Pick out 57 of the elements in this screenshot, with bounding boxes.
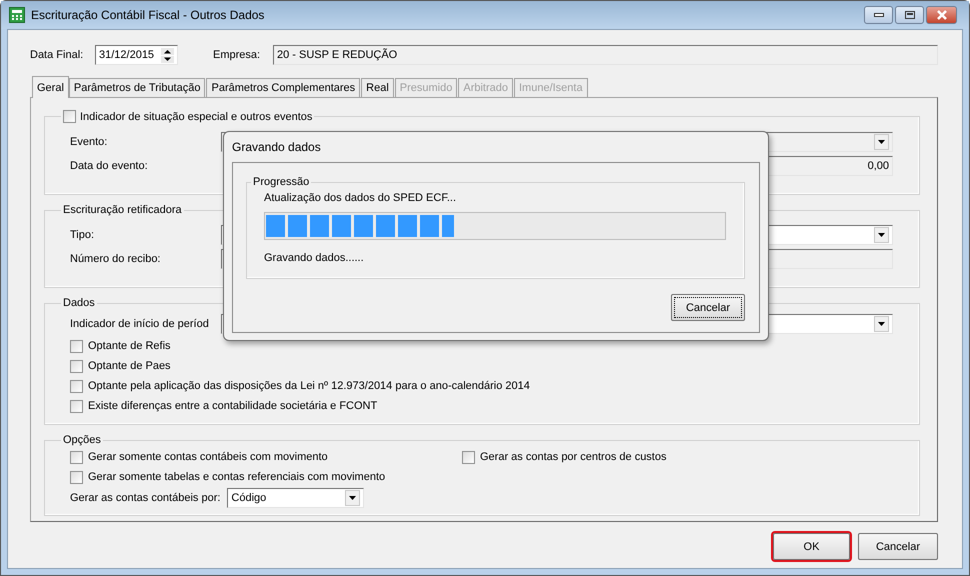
field-label: Número do recibo: (70, 253, 162, 265)
dropdown-button[interactable] (345, 490, 360, 506)
checkbox[interactable] (70, 400, 83, 412)
group-title: Opções (63, 434, 101, 446)
cancel-button[interactable]: Cancelar (858, 533, 938, 560)
tab[interactable]: Geral (32, 76, 69, 98)
field-label: Gerar as contas contábeis por: (70, 492, 220, 504)
checkbox-label[interactable]: Existe diferenças entre a contabilidade societária e FCONT (88, 400, 378, 412)
field-label: Tipo: (70, 229, 96, 241)
checkbox-label[interactable]: Gerar as contas por centros de custos (480, 451, 666, 463)
date-field[interactable]: 31/12/2015 (95, 45, 178, 65)
caret-down-icon (878, 322, 885, 326)
checkbox[interactable] (70, 360, 83, 372)
status-text: Gravando dados...... (264, 252, 365, 264)
dropdown-button[interactable] (874, 316, 889, 332)
field-label: Indicador de início de períod (70, 318, 210, 330)
dialog-title: Gravando dados (232, 139, 321, 156)
caret-down-icon (349, 496, 356, 500)
field-label: Data do evento: (70, 160, 149, 172)
group-title: Escrituração retificadora (63, 204, 182, 216)
checkbox[interactable] (70, 340, 83, 352)
tab[interactable]: Parâmetros de Tributação (68, 78, 206, 97)
maximize-icon (904, 11, 914, 19)
close-icon (936, 10, 948, 20)
company-field: 20 - SUSP E REDUÇÃO (273, 45, 938, 65)
checkbox[interactable] (70, 380, 83, 392)
minimize-icon (874, 13, 884, 17)
ok-button[interactable]: OK (773, 533, 850, 560)
dropdown-field[interactable]: Código (227, 488, 364, 508)
progress-message: Atualização dos dados do SPED ECF... (264, 192, 457, 204)
checkbox-label[interactable]: Indicador de situação especial e outros eventos (80, 110, 312, 122)
caret-down-icon (878, 140, 885, 144)
checkbox-label[interactable]: Gerar somente tabelas e contas referenciais com movimento (88, 471, 386, 483)
checkbox-label[interactable]: Gerar somente contas contábeis com movimento (88, 451, 328, 463)
field-label: Empresa: (213, 49, 262, 61)
dropdown-button[interactable] (874, 227, 889, 243)
checkbox[interactable] (63, 110, 76, 123)
checkbox[interactable] (70, 470, 83, 484)
group-title: Progressão (253, 176, 310, 188)
checkbox[interactable] (70, 450, 83, 464)
window-title: Escrituração Contábil Fiscal - Outros Dados (31, 8, 266, 22)
calculator-icon (9, 7, 25, 23)
checkbox-label[interactable]: Optante de Refis (88, 340, 171, 352)
field-label: Evento: (70, 136, 108, 148)
maximize-button[interactable] (895, 6, 924, 24)
checkbox[interactable] (462, 450, 475, 464)
tab[interactable]: Parâmetros Complementares (206, 78, 360, 97)
spinner-icon[interactable] (161, 48, 174, 62)
cancel-button[interactable]: Cancelar (671, 294, 745, 321)
group-title: Dados (63, 297, 95, 309)
caret-down-icon (878, 233, 885, 237)
minimize-button[interactable] (864, 6, 893, 24)
tab[interactable]: Real (361, 78, 394, 97)
field-label: Data Final: (30, 49, 84, 61)
checkbox-label[interactable]: Optante de Paes (88, 360, 171, 372)
close-button[interactable] (926, 6, 957, 24)
checkbox-label[interactable]: Optante pela aplicação das disposições da Lei nº 12.973/2014 para o ano-calendário 2014 (88, 380, 530, 392)
